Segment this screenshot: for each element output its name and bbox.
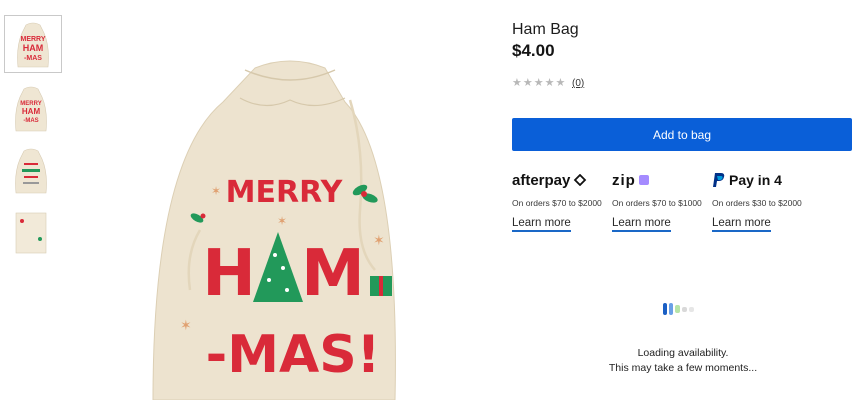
payment-option-zip: zip On orders $70 to $1000 Learn more [612,168,712,232]
paypal-logo: Pay in 4 [712,168,812,192]
thumbnail-3[interactable] [4,143,62,201]
bag-text-h: H [202,237,256,311]
availability-line-1: Loading availability. [637,347,729,359]
product-price: $4.00 [512,41,555,60]
zip-learn-more-link[interactable]: Learn more [612,217,671,232]
bag-text-mas: -MAS! [206,325,381,385]
svg-text:✶: ✶ [277,214,287,228]
santa-sack-image: ✶ ✶ ✶ ✶ MERRY H M -MAS! [152,60,396,400]
review-count-link[interactable]: (0) [572,78,584,89]
thumbnail-bag-icon [15,148,47,194]
bag-text-m: M [301,237,365,311]
afterpay-learn-more-link[interactable]: Learn more [512,217,571,232]
svg-text:-MAS: -MAS [24,55,42,62]
afterpay-logo: afterpay [512,168,612,192]
loading-spinner [663,303,694,315]
add-to-bag-button[interactable]: Add to bag [512,118,852,151]
svg-text:✶: ✶ [373,233,385,249]
thumbnail-2[interactable]: MERRY HAM -MAS [4,81,62,139]
payment-option-paypal: Pay in 4 On orders $30 to $2000 Learn mo… [712,168,812,232]
zip-logo: zip [612,168,712,192]
zip-terms: On orders $70 to $1000 [612,198,702,208]
product-title: Ham Bag [512,21,579,38]
zip-mark-icon [638,175,649,185]
availability-status: Loading availability. This may take a fe… [560,346,806,376]
paypal-icon [713,173,725,187]
payment-option-afterpay: afterpay On orders $70 to $2000 Learn mo… [512,168,612,232]
thumbnail-bag-icon [15,212,47,254]
svg-text:MERRY: MERRY [20,36,45,43]
paypal-terms: On orders $30 to $2000 [712,198,802,208]
main-product-image[interactable]: ✶ ✶ ✶ ✶ MERRY H M -MAS! [145,40,435,400]
availability-line-2: This may take a few moments... [608,362,758,374]
svg-text:✶: ✶ [211,184,221,198]
svg-text:-MAS: -MAS [23,118,38,124]
paypal-learn-more-link[interactable]: Learn more [712,217,771,232]
afterpay-arrows-icon [574,174,587,186]
thumbnail-4[interactable] [4,205,62,263]
thumbnail-bag-icon: MERRY HAM -MAS [15,86,47,132]
svg-text:✶: ✶ [180,318,192,334]
bag-text-merry: MERRY [226,175,344,210]
thumbnail-1[interactable]: MERRY HAM -MAS [4,15,62,73]
thumbnail-bag-icon: MERRY HAM -MAS [17,22,49,68]
rating-stars: ★★★★★ [512,77,567,89]
afterpay-terms: On orders $70 to $2000 [512,198,602,208]
svg-text:HAM: HAM [22,107,41,116]
svg-text:HAM: HAM [23,43,44,53]
